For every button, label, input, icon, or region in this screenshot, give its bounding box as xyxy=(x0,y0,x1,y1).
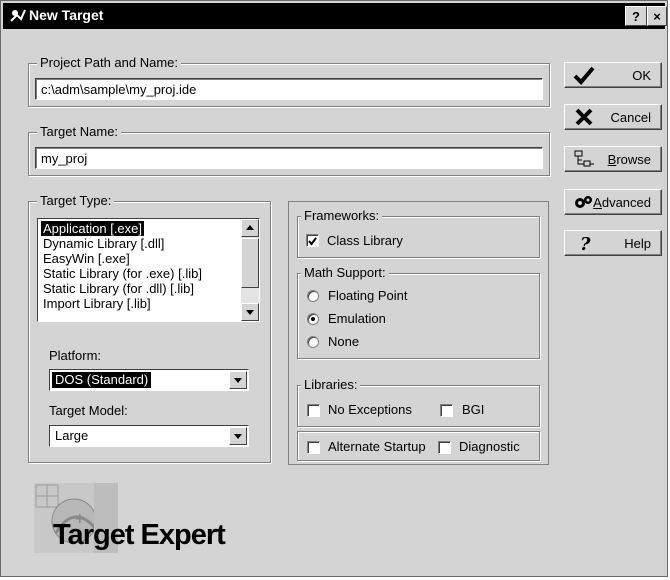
math-support-label: Math Support: xyxy=(301,265,389,280)
alternate-startup-label: Alternate Startup xyxy=(328,439,426,454)
list-scrollbar[interactable] xyxy=(241,219,259,321)
browse-button[interactable]: Browse xyxy=(564,146,662,172)
diagnostic-label: Diagnostic xyxy=(459,439,520,454)
chevron-down-icon xyxy=(234,378,242,383)
checkmark-icon xyxy=(573,66,595,85)
platform-dropdown-button[interactable] xyxy=(229,371,247,389)
advanced-button[interactable]: Advanced xyxy=(564,189,662,215)
chevron-down-icon xyxy=(234,434,242,439)
platform-label: Platform: xyxy=(49,348,102,363)
new-target-dialog: New Target ? × Project Path and Name: c:… xyxy=(0,0,668,577)
scroll-down-button[interactable] xyxy=(241,303,259,321)
scroll-up-button[interactable] xyxy=(241,219,259,237)
none-radio[interactable] xyxy=(307,336,319,348)
list-item[interactable]: Static Library (for .exe) [.lib] xyxy=(41,266,204,281)
list-item[interactable]: Application [.exe] xyxy=(41,221,145,236)
help-label: Help xyxy=(624,236,651,251)
platform-select[interactable]: DOS (Standard) xyxy=(49,369,249,391)
target-expert-title: Target Expert xyxy=(53,519,226,551)
cancel-label: Cancel xyxy=(610,110,651,125)
target-type-label: Target Type: xyxy=(37,193,115,208)
alternate-startup-checkbox[interactable] xyxy=(307,441,320,454)
diagnostic-checkbox[interactable] xyxy=(438,441,451,454)
target-icon xyxy=(10,9,26,22)
project-path-label: Project Path and Name: xyxy=(37,55,182,70)
browse-label: Browse xyxy=(607,152,651,167)
list-item[interactable]: EasyWin [.exe] xyxy=(41,251,132,266)
emulation-label: Emulation xyxy=(328,311,386,326)
x-icon xyxy=(575,108,593,126)
close-button[interactable]: × xyxy=(647,6,667,26)
target-name-field[interactable]: my_proj xyxy=(35,147,543,169)
no-exceptions-checkbox[interactable] xyxy=(307,404,320,417)
target-model-value: Large xyxy=(55,428,89,443)
ok-label: OK xyxy=(632,68,651,83)
scroll-thumb[interactable] xyxy=(241,238,259,288)
browse-tree-icon xyxy=(574,150,594,167)
class-library-label: Class Library xyxy=(327,233,403,248)
bgi-checkbox[interactable] xyxy=(440,404,453,417)
target-model-select[interactable]: Large xyxy=(49,425,249,447)
floating-point-label: Floating Point xyxy=(328,288,408,303)
context-help-button[interactable]: ? xyxy=(625,6,647,26)
target-model-dropdown-button[interactable] xyxy=(229,427,247,445)
help-button[interactable]: ? Help xyxy=(564,230,662,256)
svg-text:?: ? xyxy=(580,234,591,253)
target-name-label: Target Name: xyxy=(37,124,122,139)
floating-point-radio[interactable] xyxy=(307,290,319,302)
arrow-up-icon xyxy=(246,225,254,230)
dialog-title: New Target xyxy=(29,7,104,23)
bgi-label: BGI xyxy=(462,402,485,417)
frameworks-label: Frameworks: xyxy=(301,208,383,223)
list-item[interactable]: Import Library [.lib] xyxy=(41,296,153,311)
target-type-list[interactable]: Application [.exe] Dynamic Library [.dll… xyxy=(37,218,260,322)
cancel-button[interactable]: Cancel xyxy=(564,104,662,130)
none-label: None xyxy=(328,334,360,349)
no-exceptions-label: No Exceptions xyxy=(328,402,412,417)
target-model-label: Target Model: xyxy=(49,403,128,418)
emulation-radio[interactable] xyxy=(307,313,319,325)
libraries-label: Libraries: xyxy=(301,377,361,392)
list-item[interactable]: Dynamic Library [.dll] xyxy=(41,236,166,251)
question-mark-icon: ? xyxy=(580,234,591,253)
advanced-gears-icon xyxy=(575,196,592,208)
check-icon xyxy=(308,237,317,246)
platform-value: DOS (Standard) xyxy=(52,372,152,388)
advanced-label: Advanced xyxy=(593,195,651,210)
arrow-down-icon xyxy=(246,310,254,315)
project-path-field[interactable]: c:\adm\sample\my_proj.ide xyxy=(35,78,543,100)
ok-button[interactable]: OK xyxy=(564,62,662,88)
title-bar[interactable]: New Target ? × xyxy=(3,3,667,29)
list-item[interactable]: Static Library (for .dll) [.lib] xyxy=(41,281,196,296)
class-library-checkbox[interactable] xyxy=(306,234,319,247)
